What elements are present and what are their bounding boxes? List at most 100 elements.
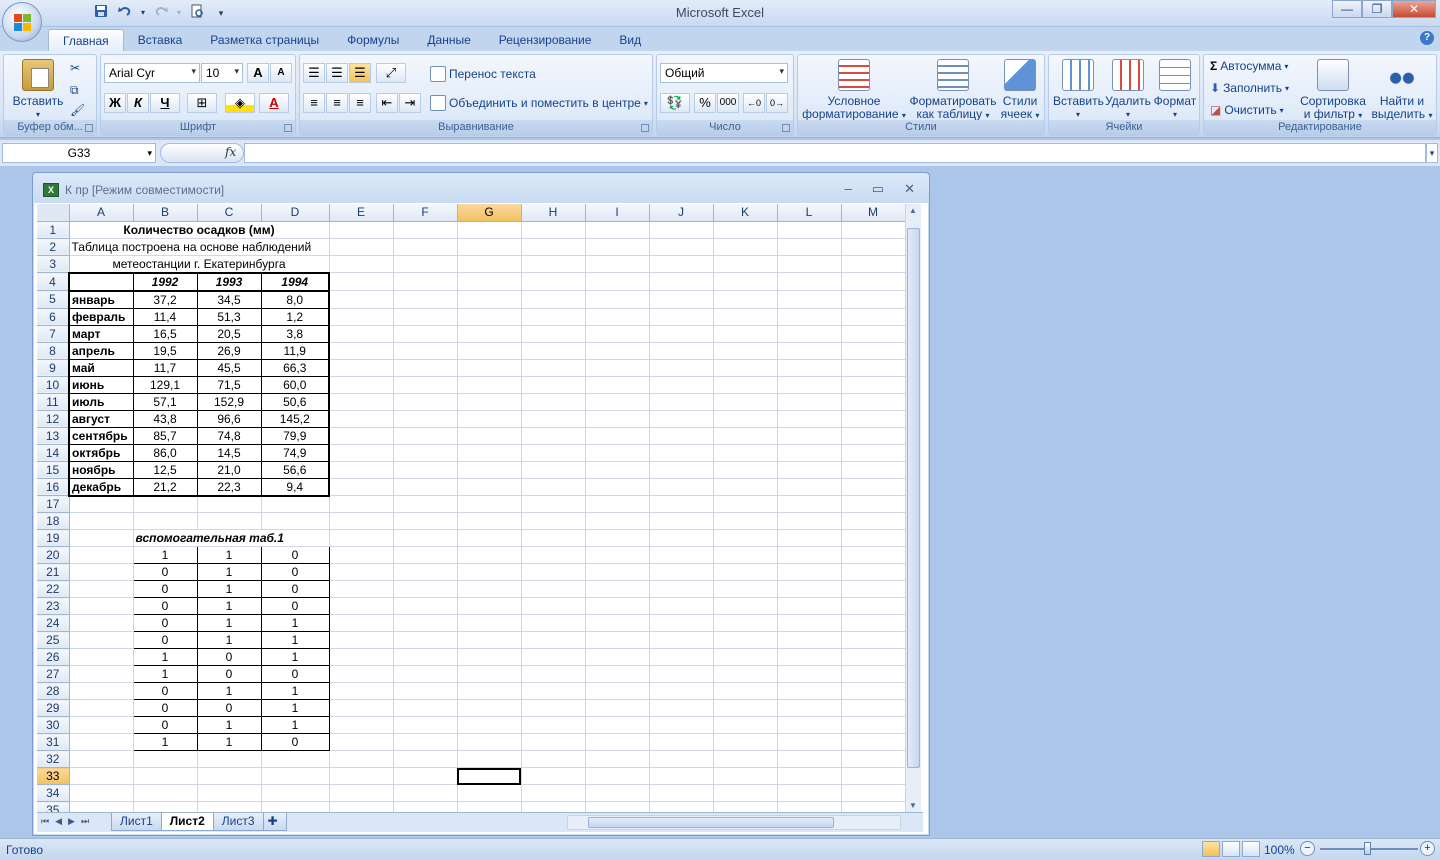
cell-c22[interactable]: 1	[196, 580, 262, 598]
cell-h23[interactable]	[521, 597, 586, 615]
cell-l15[interactable]	[777, 461, 842, 479]
cell-k22[interactable]	[713, 580, 778, 598]
cell-styles-button[interactable]: Стили ячеек ▾	[998, 59, 1042, 122]
vertical-scroll-thumb[interactable]	[907, 228, 920, 768]
cell-k9[interactable]	[713, 359, 778, 377]
cell-a7[interactable]: март	[68, 325, 134, 343]
cell-a11[interactable]: июль	[68, 393, 134, 411]
cell-l35[interactable]	[777, 801, 842, 812]
cell-f33[interactable]	[393, 767, 458, 785]
cell-b17[interactable]	[133, 495, 198, 513]
cell-h10[interactable]	[521, 376, 586, 394]
percent-button[interactable]: %	[694, 93, 716, 113]
sheet-tab-2[interactable]: Лист2	[160, 813, 214, 831]
row-header[interactable]: 7	[37, 325, 70, 343]
cell-m21[interactable]	[841, 563, 906, 581]
cell-g1[interactable]	[457, 221, 522, 239]
cell-g6[interactable]	[457, 308, 522, 326]
cell-a10[interactable]: июнь	[68, 376, 134, 394]
cell-k14[interactable]	[713, 444, 778, 462]
cell-f30[interactable]	[393, 716, 458, 734]
cell-e34[interactable]	[329, 784, 394, 802]
worksheet-grid[interactable]: ABCDEFGHIJKLM 1 Количество осадков (мм) 2 Т…	[37, 204, 907, 812]
insert-function-button[interactable]: fx	[225, 145, 236, 159]
page-break-view-icon[interactable]	[1242, 841, 1260, 857]
cell-c11[interactable]: 152,9	[197, 393, 262, 411]
tab-view[interactable]: Вид	[605, 29, 655, 51]
cell-l19[interactable]	[777, 529, 842, 547]
cell-j18[interactable]	[649, 512, 714, 530]
cell-a25[interactable]	[69, 631, 134, 649]
cell-e25[interactable]	[329, 631, 394, 649]
cell-j14[interactable]	[649, 444, 714, 462]
zoom-slider-thumb[interactable]	[1364, 842, 1371, 855]
normal-view-icon[interactable]	[1202, 841, 1220, 857]
cell-f34[interactable]	[393, 784, 458, 802]
cell-h6[interactable]	[521, 308, 586, 326]
cell-k19[interactable]	[713, 529, 778, 547]
cell-d5[interactable]: 8,0	[261, 290, 330, 309]
cell-e16[interactable]	[329, 478, 394, 496]
cell-l3[interactable]	[777, 255, 842, 273]
cell-a27[interactable]	[69, 665, 134, 683]
tab-data[interactable]: Данные	[413, 29, 484, 51]
cell-j10[interactable]	[649, 376, 714, 394]
cell-d13[interactable]: 79,9	[261, 427, 330, 445]
cell-i29[interactable]	[585, 699, 650, 717]
cell-f23[interactable]	[393, 597, 458, 615]
cell-d32[interactable]	[261, 750, 330, 768]
row-header[interactable]: 14	[37, 444, 70, 462]
cell-a30[interactable]	[69, 716, 134, 734]
cell-b12[interactable]: 43,8	[133, 410, 198, 428]
cell-m17[interactable]	[841, 495, 906, 513]
cell-e2[interactable]	[329, 238, 394, 256]
cell-a20[interactable]	[69, 546, 134, 564]
cell-e11[interactable]	[329, 393, 394, 411]
cell-h5[interactable]	[521, 290, 586, 309]
cell-i33[interactable]	[585, 767, 650, 785]
cell-f26[interactable]	[393, 648, 458, 666]
cell-e33[interactable]	[329, 767, 394, 785]
active-cell[interactable]	[457, 767, 522, 785]
cell-e27[interactable]	[329, 665, 394, 683]
autosum-button[interactable]: Σ Автосумма ▾	[1210, 59, 1288, 73]
cell-j21[interactable]	[649, 563, 714, 581]
cell-l5[interactable]	[777, 290, 842, 309]
cell-f28[interactable]	[393, 682, 458, 700]
cell-i9[interactable]	[585, 359, 650, 377]
cell-a15[interactable]: ноябрь	[68, 461, 134, 479]
cell-d23[interactable]: 0	[260, 597, 330, 615]
cell-b19[interactable]: вспомогательная таб.1	[133, 529, 330, 547]
cell-k24[interactable]	[713, 614, 778, 632]
cell-i16[interactable]	[585, 478, 650, 496]
cell-g35[interactable]	[457, 801, 522, 812]
number-format-combo[interactable]: Общий ▾	[660, 63, 788, 83]
cell-d8[interactable]: 11,9	[261, 342, 330, 360]
cell-h3[interactable]	[521, 255, 586, 273]
cell-e13[interactable]	[329, 427, 394, 445]
column-header-d[interactable]: D	[261, 204, 330, 222]
cell-i12[interactable]	[585, 410, 650, 428]
row-header[interactable]: 15	[37, 461, 70, 479]
cell-a18[interactable]	[69, 512, 134, 530]
cell-f19[interactable]	[393, 529, 458, 547]
cell-m34[interactable]	[841, 784, 906, 802]
cell-f1[interactable]	[393, 221, 458, 239]
cell-k32[interactable]	[713, 750, 778, 768]
cell-k33[interactable]	[713, 767, 778, 785]
cell-e7[interactable]	[329, 325, 394, 343]
cell-f4[interactable]	[393, 272, 458, 291]
cell-k5[interactable]	[713, 290, 778, 309]
align-middle-icon[interactable]: ☰	[326, 63, 348, 83]
cell-f31[interactable]	[393, 733, 458, 751]
cell-m6[interactable]	[841, 308, 906, 326]
cell-g20[interactable]	[457, 546, 522, 564]
horizontal-scroll-thumb[interactable]	[588, 817, 834, 828]
cell-g24[interactable]	[457, 614, 522, 632]
cell-b33[interactable]	[133, 767, 198, 785]
row-header[interactable]: 33	[37, 767, 70, 785]
tab-home[interactable]: Главная	[48, 29, 124, 51]
cell-b13[interactable]: 85,7	[133, 427, 198, 445]
sheet-tab-1[interactable]: Лист1	[111, 813, 162, 831]
column-header-k[interactable]: K	[713, 204, 778, 222]
